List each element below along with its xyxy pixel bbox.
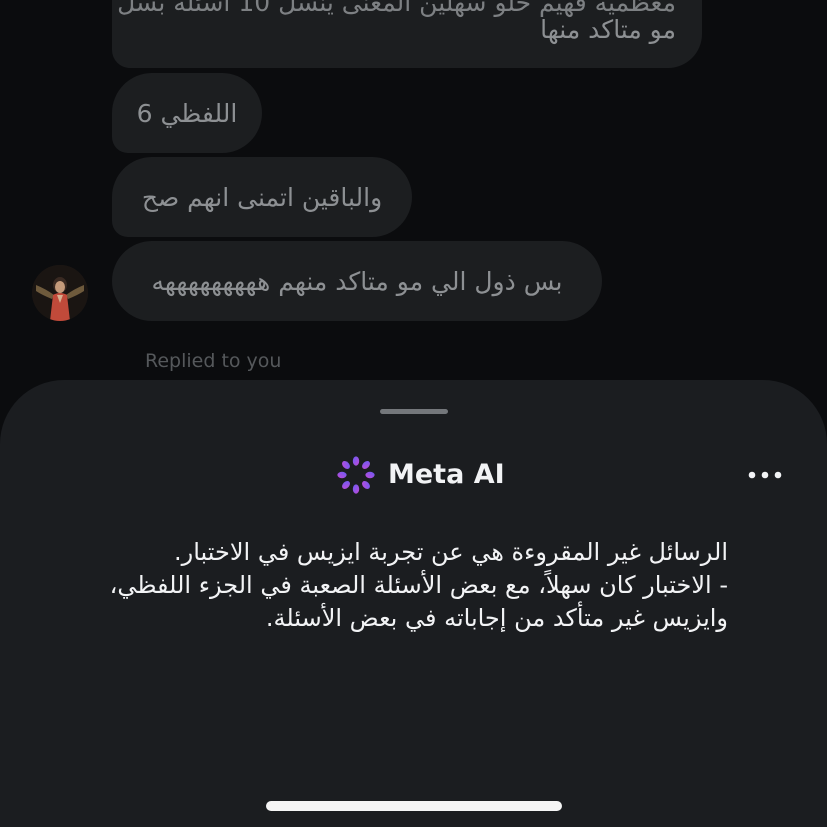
meta-ai-ring-icon [336, 455, 376, 495]
summary-line: الرسائل غير المقروءة هي عن تجربة ايزيس ف… [173, 538, 728, 566]
avatar-image [32, 265, 88, 321]
message-text: والباقين اتمنى انهم صح [141, 182, 383, 212]
sheet-grabber[interactable] [380, 409, 448, 414]
replied-label: Replied to you [145, 350, 282, 372]
summary-line: - الاختبار كان سهلاً، مع بعض الأسئلة الص… [109, 571, 728, 599]
message-bubble[interactable]: معظمية فهيم خلو سهلين المعنى ينسل 10 اسئ… [112, 0, 702, 68]
screen: معظمية فهيم خلو سهلين المعنى ينسل 10 اسئ… [0, 0, 827, 827]
message-bubble[interactable]: والباقين اتمنى انهم صح [112, 157, 412, 237]
meta-ai-sheet: Meta AI الرسائل غير المقروءة هي عن تجربة… [0, 380, 827, 827]
message-bubble[interactable]: بس ذول الي مو متاكد منهم هههههههههه [112, 241, 602, 321]
more-options-button[interactable] [740, 458, 790, 492]
home-indicator[interactable] [266, 801, 562, 811]
message-text: اللفظي 6 [136, 98, 238, 128]
message-text: مو متاكد منها [540, 15, 676, 44]
chat-thread: معظمية فهيم خلو سهلين المعنى ينسل 10 اسئ… [0, 0, 827, 400]
ai-summary-text: الرسائل غير المقروءة هي عن تجربة ايزيس ف… [56, 536, 728, 635]
message-text: بس ذول الي مو متاكد منهم هههههههههه [151, 266, 563, 296]
sheet-header: Meta AI [0, 450, 827, 500]
avatar[interactable] [32, 265, 88, 321]
more-horizontal-icon [748, 471, 782, 479]
message-bubble[interactable]: اللفظي 6 [112, 73, 262, 153]
summary-line: وايزيس غير متأكد من إجاباته في بعض الأسئ… [265, 604, 728, 632]
sheet-title: Meta AI [388, 459, 505, 490]
